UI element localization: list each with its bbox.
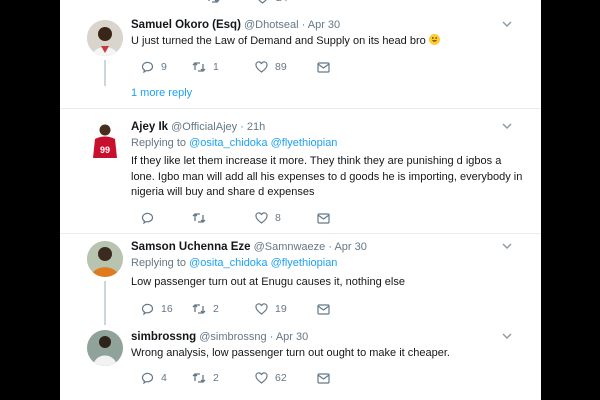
message-button[interactable]: [317, 302, 330, 316]
heart-icon: [255, 61, 268, 73]
author-handle[interactable]: @simbrossng: [199, 331, 266, 343]
like-button[interactable]: 19: [255, 302, 287, 316]
message-button[interactable]: [317, 60, 330, 74]
replying-to-label: Replying to: [131, 257, 187, 269]
tweet-text: U just turned the Law of Demand and Supp…: [131, 35, 426, 47]
reply-button[interactable]: 16: [141, 302, 173, 316]
chevron-down-icon[interactable]: [502, 121, 512, 133]
divider: [60, 233, 541, 234]
grinning-face-icon: [428, 34, 440, 45]
avatar-image: [87, 330, 123, 366]
retweet-button[interactable]: 1: [192, 60, 219, 74]
heart-icon: [255, 212, 268, 224]
tweet-text: Low passenger turn out at Enugu causes i…: [131, 276, 405, 288]
tweet-text-line: nigeria will buy and share d expenses: [131, 186, 315, 198]
heart-icon: [255, 303, 268, 315]
avatar-image: [87, 20, 123, 56]
like-button[interactable]: 8: [255, 211, 281, 225]
retweet-icon: [192, 213, 206, 223]
author-handle[interactable]: @OfficialAjey: [171, 121, 237, 133]
replying-to-label: Replying to: [131, 137, 187, 149]
retweet-icon: [192, 62, 206, 72]
like-count: 24: [276, 0, 288, 4]
svg-text:99: 99: [100, 145, 110, 155]
envelope-icon: [317, 303, 330, 315]
like-count: 8: [275, 212, 281, 224]
like-count: 19: [275, 303, 287, 315]
reply-icon: [141, 212, 154, 224]
reply-icon: [141, 372, 154, 384]
envelope-icon: [317, 212, 330, 224]
tweet-actions: 9 1 89: [131, 60, 431, 74]
replying-to: Replying to @osita_chidoka @flyethiopian: [131, 257, 337, 269]
like-button[interactable]: 62: [255, 371, 287, 385]
heart-icon: [255, 372, 268, 384]
avatar-image: [87, 241, 123, 277]
reply-icon: [141, 303, 154, 315]
envelope-icon: [317, 372, 330, 384]
reply-icon: [141, 61, 154, 73]
author-name[interactable]: simbrossng: [131, 331, 196, 343]
divider: [60, 108, 541, 109]
like-count: 89: [275, 61, 287, 73]
reply-count: 16: [161, 303, 173, 315]
avatar[interactable]: [87, 330, 123, 366]
author-handle[interactable]: @Samnwaeze: [254, 241, 326, 253]
retweet-count: 1: [213, 61, 219, 73]
thread-line: [104, 281, 106, 325]
tweet-time[interactable]: · Apr 30: [270, 331, 309, 343]
reply-count: 4: [161, 372, 167, 384]
author-handle[interactable]: @Dhotseal: [244, 19, 299, 31]
tweet-time[interactable]: · Apr 30: [302, 19, 341, 31]
like-button[interactable]: 89: [255, 60, 287, 74]
retweet-button[interactable]: 2: [192, 371, 219, 385]
chevron-down-icon[interactable]: [502, 19, 512, 31]
reply-button[interactable]: [141, 211, 161, 225]
retweet-icon: [192, 304, 206, 314]
retweet-icon: [192, 373, 206, 383]
tweet-text-line: lone. Igbo man will add all his expenses…: [131, 170, 523, 183]
mention-link[interactable]: @osita_chidoka: [189, 137, 267, 149]
retweet-count: 2: [213, 372, 219, 384]
like-count: 62: [275, 372, 287, 384]
message-button[interactable]: [317, 211, 330, 225]
avatar-image: 99: [87, 122, 123, 158]
chevron-down-icon[interactable]: [502, 331, 512, 343]
mention-link[interactable]: @flyethiopian: [271, 257, 338, 269]
author-name[interactable]: Samson Uchenna Eze: [131, 241, 251, 253]
tweet-time[interactable]: · Apr 30: [328, 241, 367, 253]
message-button[interactable]: [317, 371, 330, 385]
previous-tweet-actions: 24: [126, 0, 426, 5]
tweet-text-line: If they like let them increase it more. …: [131, 155, 502, 167]
twitter-thread-panel: 24 Samuel Okoro (Esq) @Dhotseal · Apr 30…: [60, 0, 541, 400]
retweet-button[interactable]: [206, 0, 220, 5]
reply-count: 9: [161, 61, 167, 73]
avatar[interactable]: [87, 241, 123, 277]
tweet-actions: 16 2 19: [131, 302, 431, 316]
tweet-text: Wrong analysis, low passenger turn out o…: [131, 347, 450, 359]
envelope-icon: [317, 61, 330, 73]
like-button[interactable]: 24: [256, 0, 288, 5]
retweet-icon: [208, 0, 220, 3]
replying-to: Replying to @osita_chidoka @flyethiopian: [131, 137, 337, 149]
retweet-button[interactable]: [192, 211, 213, 225]
tweet-time[interactable]: · 21h: [240, 121, 265, 133]
reply-button[interactable]: 4: [141, 371, 167, 385]
more-replies-link[interactable]: 1 more reply: [131, 87, 192, 99]
retweet-button[interactable]: 2: [192, 302, 219, 316]
heart-icon: [258, 0, 267, 4]
reply-button[interactable]: 9: [141, 60, 167, 74]
chevron-down-icon[interactable]: [502, 241, 512, 253]
author-name[interactable]: Ajey Ik: [131, 121, 168, 133]
retweet-count: 2: [213, 303, 219, 315]
author-name[interactable]: Samuel Okoro (Esq): [131, 19, 241, 31]
avatar[interactable]: 99: [87, 122, 123, 158]
tweet-actions: 4 2 62: [131, 371, 431, 385]
tweet-actions: 8: [131, 211, 431, 225]
thread-line: [104, 60, 106, 86]
avatar[interactable]: [87, 20, 123, 56]
mention-link[interactable]: @flyethiopian: [271, 137, 338, 149]
mention-link[interactable]: @osita_chidoka: [189, 257, 267, 269]
